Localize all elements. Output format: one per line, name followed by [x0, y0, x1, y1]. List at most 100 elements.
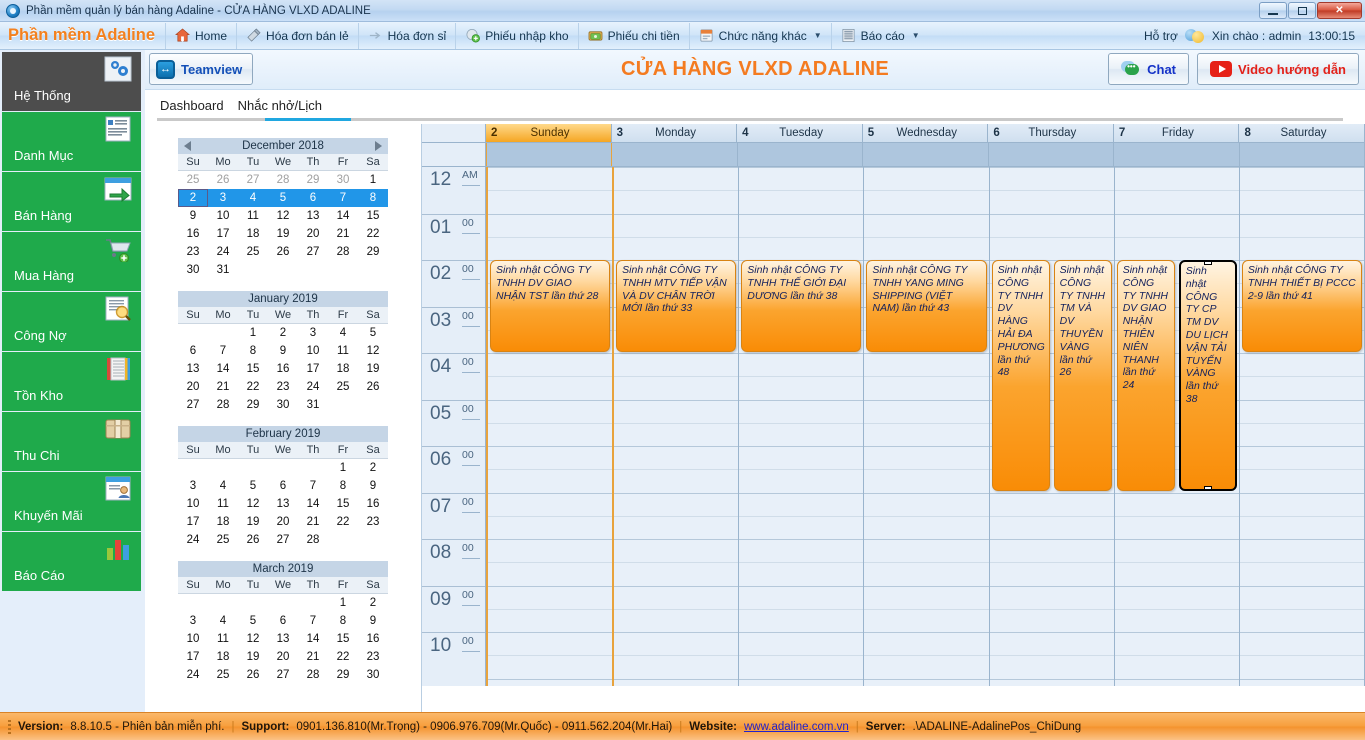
- calendar-day-cell[interactable]: 26: [238, 531, 268, 549]
- calendar-day-cell[interactable]: 14: [328, 207, 358, 225]
- calendar-day-cell[interactable]: 9: [358, 477, 388, 495]
- calendar-day-cell[interactable]: 30: [178, 261, 208, 279]
- calendar-day-cell[interactable]: 12: [358, 342, 388, 360]
- calendar-day-cell[interactable]: 12: [238, 630, 268, 648]
- day-header-sunday[interactable]: 2Sunday: [486, 124, 612, 142]
- calendar-day-cell[interactable]: 26: [268, 243, 298, 261]
- calendar-day-cell[interactable]: 31: [298, 396, 328, 414]
- sidebar-item-hệ-thống[interactable]: Hệ Thống: [2, 52, 141, 111]
- calendar-day-cell[interactable]: 21: [328, 225, 358, 243]
- sidebar-item-mua-hàng[interactable]: Mua Hàng: [2, 232, 141, 291]
- calendar-day-cell[interactable]: 26: [358, 378, 388, 396]
- calendar-day-cell[interactable]: 26: [208, 171, 238, 189]
- calendar-day-cell[interactable]: 10: [208, 207, 238, 225]
- sidebar-item-danh-mục[interactable]: Danh Mục: [2, 112, 141, 171]
- next-month-arrow-icon[interactable]: [375, 141, 382, 151]
- all-day-cell[interactable]: [863, 143, 988, 166]
- day-header-friday[interactable]: 7Friday: [1114, 124, 1240, 142]
- calendar-day-cell[interactable]: 30: [268, 396, 298, 414]
- calendar-day-cell[interactable]: 24: [178, 531, 208, 549]
- calendar-day-cell[interactable]: 20: [268, 648, 298, 666]
- calendar-day-cell[interactable]: 3: [178, 612, 208, 630]
- calendar-day-cell[interactable]: 18: [328, 360, 358, 378]
- calendar-day-cell[interactable]: 9: [268, 342, 298, 360]
- calendar-event[interactable]: Sinh nhật CÔNG TY TNHH DV HÀNG HẢI ĐA PH…: [992, 260, 1050, 491]
- calendar-day-cell[interactable]: 6: [268, 477, 298, 495]
- calendar-day-cell[interactable]: 19: [238, 513, 268, 531]
- all-day-cell[interactable]: [1114, 143, 1239, 166]
- calendar-day-cell[interactable]: 13: [298, 207, 328, 225]
- chat-button[interactable]: Chat: [1108, 53, 1189, 85]
- calendar-day-cell[interactable]: 12: [238, 495, 268, 513]
- calendar-day-cell[interactable]: 12: [268, 207, 298, 225]
- calendar-day-cell[interactable]: 28: [208, 396, 238, 414]
- calendar-day-cell[interactable]: 20: [178, 378, 208, 396]
- calendar-event[interactable]: Sinh nhật CÔNG TY TNHH MTV TIẾP VẬN VÀ D…: [616, 260, 736, 352]
- calendar-day-cell[interactable]: 11: [328, 342, 358, 360]
- sidebar-item-báo-cáo[interactable]: Báo Cáo: [2, 532, 141, 591]
- sidebar-item-công-nợ[interactable]: Công Nợ: [2, 292, 141, 351]
- all-day-cell[interactable]: [486, 143, 612, 166]
- calendar-day-cell[interactable]: 15: [358, 207, 388, 225]
- calendar-day-cell[interactable]: 11: [208, 630, 238, 648]
- calendar-day-cell[interactable]: 31: [208, 261, 238, 279]
- calendar-day-cell[interactable]: 13: [268, 495, 298, 513]
- all-day-cell[interactable]: [1240, 143, 1365, 166]
- calendar-day-cell[interactable]: 16: [268, 360, 298, 378]
- tab-nhac-nho-lich[interactable]: Nhắc nhở/Lịch: [235, 90, 325, 121]
- all-day-cell[interactable]: [738, 143, 863, 166]
- menu-item-hoa-don-ban-le[interactable]: Hóa đơn bán lẻ: [236, 23, 358, 49]
- calendar-day-cell[interactable]: 24: [208, 243, 238, 261]
- calendar-day-cell[interactable]: 14: [298, 630, 328, 648]
- all-day-cell[interactable]: [612, 143, 737, 166]
- calendar-day-cell[interactable]: 8: [358, 189, 388, 207]
- calendar-day-cell[interactable]: 14: [298, 495, 328, 513]
- menu-item-hoa-don-si[interactable]: Hóa đơn sỉ: [358, 23, 456, 49]
- calendar-day-cell[interactable]: 10: [178, 495, 208, 513]
- calendar-day-cell[interactable]: 28: [298, 531, 328, 549]
- day-column-monday[interactable]: Sinh nhật CÔNG TY TNHH MTV TIẾP VẬN VÀ D…: [614, 167, 739, 686]
- video-guide-button[interactable]: Video hướng dẫn: [1197, 53, 1359, 85]
- calendar-day-cell[interactable]: 2: [358, 594, 388, 612]
- menu-item-chuc-nang-khac[interactable]: Chức năng khác ▼: [689, 23, 831, 49]
- calendar-day-cell[interactable]: 23: [268, 378, 298, 396]
- calendar-event[interactable]: Sinh nhật CÔNG TY TNHH DV GIAO NHẬN THIÊ…: [1117, 260, 1175, 491]
- calendar-day-cell[interactable]: 3: [208, 189, 238, 207]
- maximize-button[interactable]: [1288, 2, 1316, 19]
- resize-handle-top[interactable]: [1204, 260, 1212, 265]
- calendar-day-cell[interactable]: 10: [298, 342, 328, 360]
- calendar-day-cell[interactable]: 22: [358, 225, 388, 243]
- calendar-day-cell[interactable]: 25: [178, 171, 208, 189]
- calendar-day-cell[interactable]: 19: [238, 648, 268, 666]
- prev-month-arrow-icon[interactable]: [184, 141, 191, 151]
- all-day-cell[interactable]: [989, 143, 1114, 166]
- calendar-day-cell[interactable]: 20: [298, 225, 328, 243]
- calendar-day-cell[interactable]: 2: [178, 189, 208, 207]
- calendar-day-cell[interactable]: 4: [328, 324, 358, 342]
- calendar-day-cell[interactable]: 17: [178, 648, 208, 666]
- calendar-day-cell[interactable]: 25: [238, 243, 268, 261]
- calendar-day-cell[interactable]: 27: [178, 396, 208, 414]
- sidebar-item-khuyến-mãi[interactable]: Khuyến Mãi: [2, 472, 141, 531]
- calendar-day-cell[interactable]: 18: [208, 513, 238, 531]
- calendar-event[interactable]: Sinh nhật CÔNG TY TNHH YANG MING SHIPPIN…: [866, 260, 986, 352]
- calendar-event[interactable]: Sinh nhật CÔNG TY TNHH DV GIAO NHẬN TST …: [490, 260, 610, 352]
- calendar-day-cell[interactable]: 22: [238, 378, 268, 396]
- calendar-day-cell[interactable]: 1: [328, 594, 358, 612]
- calendar-day-cell[interactable]: 21: [208, 378, 238, 396]
- calendar-day-cell[interactable]: 1: [328, 459, 358, 477]
- calendar-day-cell[interactable]: 30: [358, 666, 388, 684]
- calendar-day-cell[interactable]: 30: [328, 171, 358, 189]
- calendar-day-cell[interactable]: 25: [208, 531, 238, 549]
- calendar-day-cell[interactable]: 15: [238, 360, 268, 378]
- calendar-day-cell[interactable]: 28: [328, 243, 358, 261]
- day-header-monday[interactable]: 3Monday: [612, 124, 738, 142]
- calendar-day-cell[interactable]: 13: [268, 630, 298, 648]
- menu-item-home[interactable]: Home: [165, 23, 236, 49]
- calendar-day-cell[interactable]: 16: [178, 225, 208, 243]
- calendar-day-cell[interactable]: 16: [358, 630, 388, 648]
- calendar-day-cell[interactable]: 27: [238, 171, 268, 189]
- calendar-day-cell[interactable]: 15: [328, 495, 358, 513]
- calendar-day-cell[interactable]: 18: [208, 648, 238, 666]
- calendar-day-cell[interactable]: 24: [178, 666, 208, 684]
